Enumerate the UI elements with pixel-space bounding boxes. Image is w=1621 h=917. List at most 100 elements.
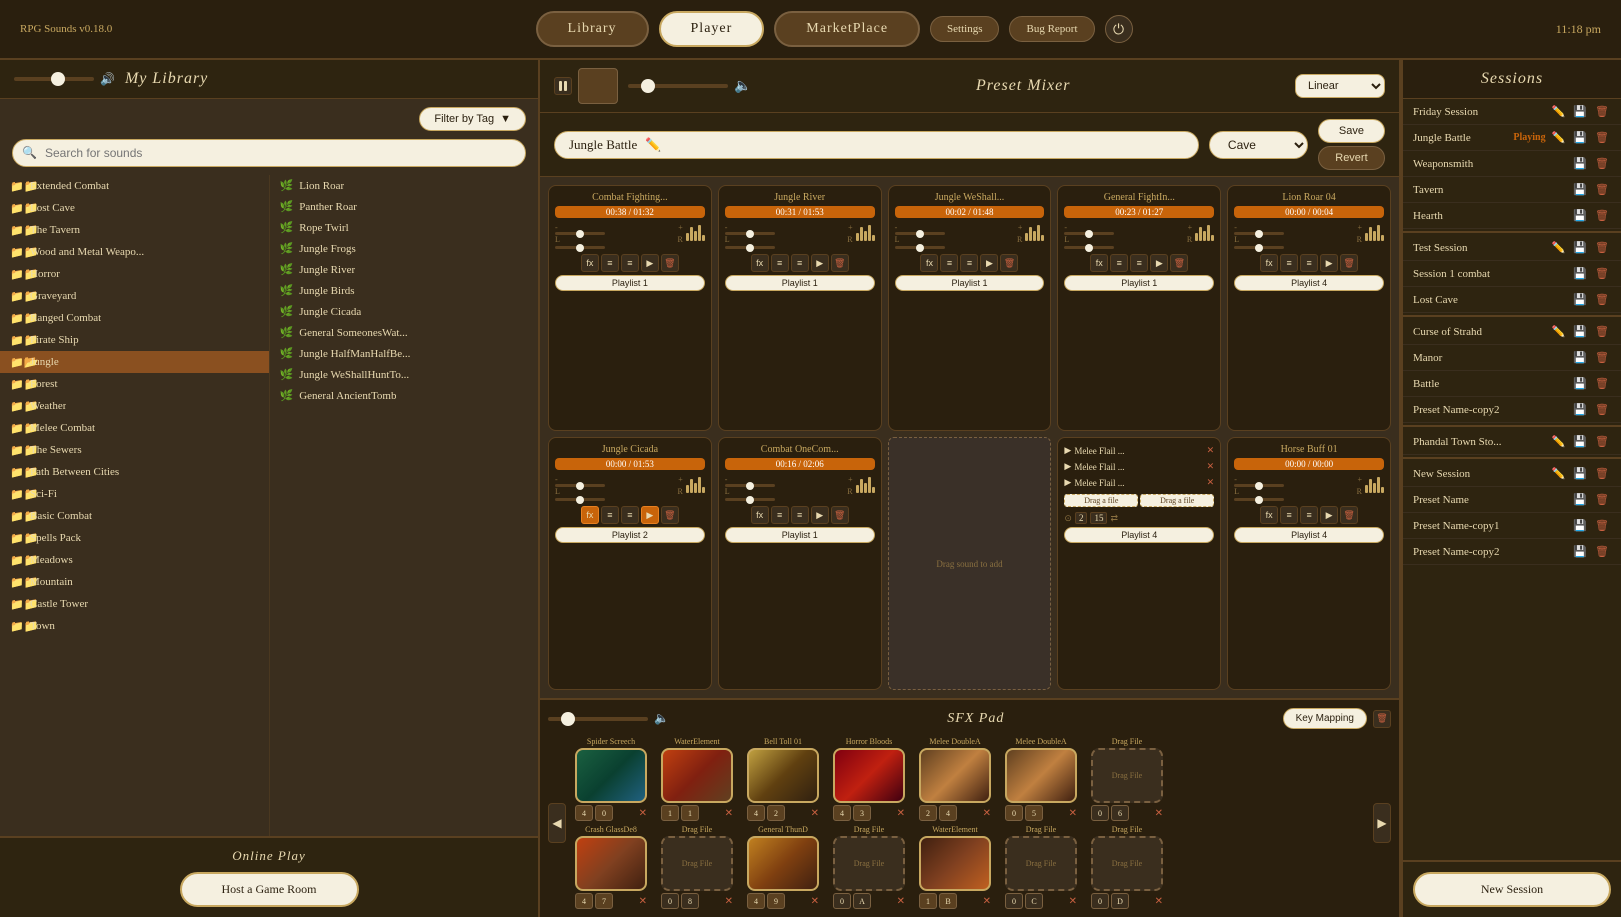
card-delete-button[interactable]: 🗑 (661, 506, 679, 524)
sfx-delete-icon[interactable]: ✕ (725, 896, 733, 907)
library-item[interactable]: 🌿Jungle HalfManHalfBe... (270, 343, 539, 364)
play-icon[interactable]: ▶ (1064, 445, 1071, 456)
volume-slider[interactable] (895, 232, 945, 235)
library-item[interactable]: 📂Jungle (0, 351, 269, 373)
delete-icon[interactable]: ✕ (1207, 461, 1215, 472)
session-save-button[interactable]: 💾 (1571, 492, 1589, 507)
sfx-key-1[interactable]: 0 (1005, 805, 1023, 821)
session-delete-button[interactable]: 🗑 (1593, 466, 1611, 481)
library-item[interactable]: 📁Weather (0, 395, 269, 417)
pan-slider[interactable] (725, 498, 775, 501)
revert-button[interactable]: Revert (1318, 146, 1385, 170)
session-save-button[interactable]: 💾 (1571, 466, 1589, 481)
session-item[interactable]: Curse of Strahd ✏️💾🗑 (1403, 319, 1621, 345)
card-fx-button[interactable]: fx (751, 254, 769, 272)
session-delete-button[interactable]: 🗑 (1593, 434, 1611, 449)
pan-slider[interactable] (1234, 246, 1284, 249)
pan-slider[interactable] (895, 246, 945, 249)
card-fx-button[interactable]: fx (581, 254, 599, 272)
card-fx-button[interactable]: fx (1090, 254, 1108, 272)
volume-slider[interactable] (555, 484, 605, 487)
card-play-button[interactable]: ▶ (1150, 254, 1168, 272)
library-item[interactable]: 🌿Lion Roar (270, 175, 539, 196)
volume-slider[interactable] (555, 232, 605, 235)
session-item[interactable]: Test Session ✏️💾🗑 (1403, 235, 1621, 261)
sfx-key-1[interactable]: 4 (575, 893, 593, 909)
library-item[interactable]: 📁Spells Pack (0, 527, 269, 549)
session-save-button[interactable]: 💾 (1571, 208, 1589, 223)
session-item[interactable]: Battle 💾🗑 (1403, 371, 1621, 397)
library-item[interactable]: 🌿General SomeonesWat... (270, 322, 539, 343)
library-item[interactable]: 🌿Jungle Frogs (270, 238, 539, 259)
session-item[interactable]: Hearth 💾🗑 (1403, 203, 1621, 229)
session-save-button[interactable]: 💾 (1571, 104, 1589, 119)
sfx-key-2[interactable]: B (939, 893, 957, 909)
sfx-key-2[interactable]: C (1025, 893, 1043, 909)
library-item[interactable]: 📁Town (0, 615, 269, 637)
key-mapping-button[interactable]: Key Mapping (1283, 708, 1367, 729)
card-eq2-button[interactable]: ≡ (621, 506, 639, 524)
sfx-prev-button[interactable]: ◀ (548, 803, 566, 843)
tab-settings[interactable]: Settings (930, 16, 999, 42)
sfx-volume-control[interactable]: 🔈 (548, 711, 669, 726)
pan-slider[interactable] (1234, 498, 1284, 501)
library-item[interactable]: 📁Extended Combat (0, 175, 269, 197)
session-save-button[interactable]: 💾 (1571, 182, 1589, 197)
sfx-key-2[interactable]: 4 (939, 805, 957, 821)
session-item[interactable]: New Session ✏️💾🗑 (1403, 461, 1621, 487)
session-save-button[interactable]: 💾 (1571, 266, 1589, 281)
session-delete-button[interactable]: 🗑 (1593, 104, 1611, 119)
session-edit-button[interactable]: ✏️ (1550, 130, 1568, 145)
card-delete-button[interactable]: 🗑 (1170, 254, 1188, 272)
library-item[interactable]: 📁Basic Combat (0, 505, 269, 527)
library-item[interactable]: 🌿Jungle River (270, 259, 539, 280)
volume-slider[interactable] (725, 484, 775, 487)
sfx-delete-icon[interactable]: ✕ (811, 808, 819, 819)
delete-icon[interactable]: ✕ (1207, 445, 1215, 456)
filter-by-tag-button[interactable]: Filter by Tag ▼ (419, 107, 526, 131)
linear-select[interactable]: Linear Random Sequential (1295, 74, 1385, 98)
card-eq-button[interactable]: ≡ (940, 254, 958, 272)
card-delete-button[interactable]: 🗑 (831, 506, 849, 524)
card-fx-button[interactable]: fx (920, 254, 938, 272)
pause-button[interactable] (554, 77, 572, 95)
card-fx-button[interactable]: fx (1260, 254, 1278, 272)
session-item[interactable]: Weaponsmith 💾🗑 (1403, 151, 1621, 177)
tab-library[interactable]: Library (536, 11, 649, 47)
session-delete-button[interactable]: 🗑 (1593, 544, 1611, 559)
delete-icon[interactable]: ✕ (1207, 477, 1215, 488)
sfx-key-1[interactable]: 4 (747, 805, 765, 821)
sfx-delete-icon[interactable]: ✕ (897, 896, 905, 907)
sfx-key-2[interactable]: D (1111, 893, 1129, 909)
playlist-button[interactable]: Playlist 2 (555, 527, 705, 543)
sfx-thumbnail[interactable] (747, 748, 819, 803)
tab-marketplace[interactable]: MarketPlace (774, 11, 920, 47)
card-play-button[interactable]: ▶ (1320, 506, 1338, 524)
power-button[interactable]: ⏻ (1105, 15, 1133, 43)
card-eq-button[interactable]: ≡ (771, 506, 789, 524)
pan-slider[interactable] (1064, 246, 1114, 249)
sfx-drag-target[interactable]: Drag File (1091, 748, 1163, 803)
session-delete-button[interactable]: 🗑 (1593, 292, 1611, 307)
library-item[interactable]: 📁Ranged Combat (0, 307, 269, 329)
session-delete-button[interactable]: 🗑 (1593, 240, 1611, 255)
sfx-drag-target[interactable]: Drag File (661, 836, 733, 891)
session-item[interactable]: Manor 💾🗑 (1403, 345, 1621, 371)
sfx-volume-slider[interactable] (548, 717, 648, 721)
session-item[interactable]: Preset Name 💾🗑 (1403, 487, 1621, 513)
sfx-thumbnail[interactable] (919, 836, 991, 891)
playlist-button[interactable]: Playlist 1 (1064, 275, 1214, 291)
card-play-button[interactable]: ▶ (811, 254, 829, 272)
session-delete-button[interactable]: 🗑 (1593, 402, 1611, 417)
library-item[interactable]: 📁Graveyard (0, 285, 269, 307)
card-eq-button[interactable]: ≡ (601, 254, 619, 272)
sfx-key-1[interactable]: 1 (919, 893, 937, 909)
sfx-delete-icon[interactable]: ✕ (1069, 808, 1077, 819)
card-eq-button[interactable]: ≡ (771, 254, 789, 272)
sfx-key-2[interactable]: 7 (595, 893, 613, 909)
session-edit-button[interactable]: ✏️ (1550, 240, 1568, 255)
library-item[interactable]: 📁Pirate Ship (0, 329, 269, 351)
card-delete-button[interactable]: 🗑 (661, 254, 679, 272)
sfx-delete-button[interactable]: 🗑 (1373, 710, 1391, 728)
playlist-button[interactable]: Playlist 4 (1234, 527, 1384, 543)
